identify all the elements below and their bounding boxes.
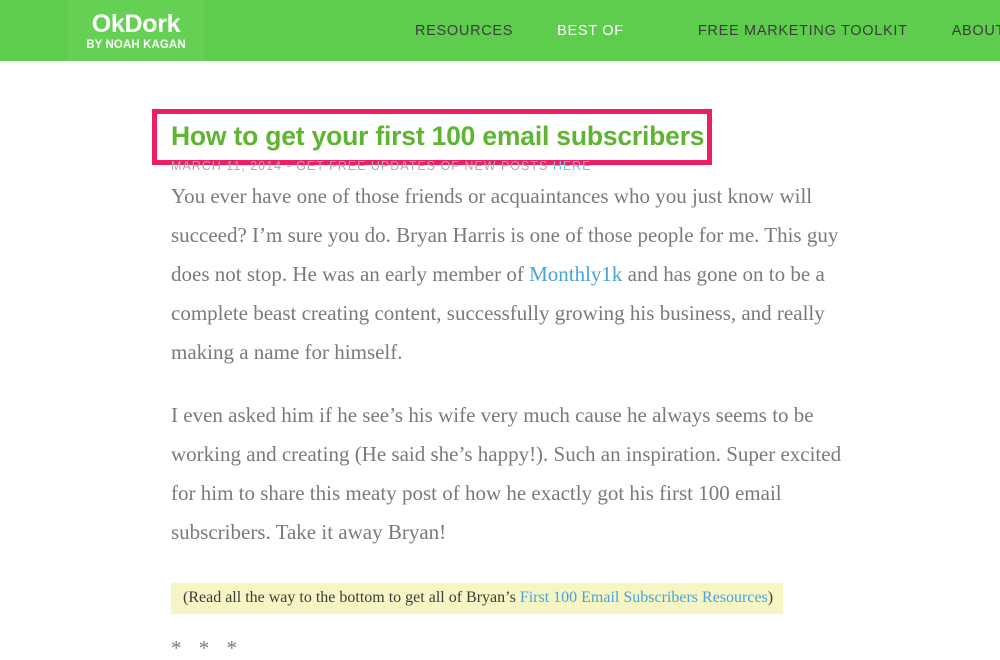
meta-separator: - bbox=[282, 159, 297, 173]
logo-title: OkDork bbox=[91, 9, 181, 38]
post-body: You ever have one of those friends or ac… bbox=[171, 177, 861, 660]
post-title-highlight: How to get your first 100 email subscrib… bbox=[152, 109, 712, 165]
callout-suffix: ) bbox=[767, 589, 774, 606]
nav-item-best-of[interactable]: BEST OF bbox=[557, 23, 624, 39]
first-100-resources-link[interactable]: First 100 Email Subscribers Resources bbox=[520, 589, 768, 606]
paragraph-1: You ever have one of those friends or ac… bbox=[171, 177, 861, 372]
nav-item-free-marketing-toolkit[interactable]: FREE MARKETING TOOLKIT bbox=[698, 23, 908, 39]
paragraph-2: I even asked him if he see’s his wife ve… bbox=[171, 403, 842, 544]
post-meta: MARCH 11, 2014 - GET FREE UPDATES OF NEW… bbox=[171, 159, 592, 173]
callout-prefix: (Read all the way to the bottom to get a… bbox=[183, 589, 520, 606]
callout-wrapper: (Read all the way to the bottom to get a… bbox=[171, 576, 861, 636]
section-divider: * * * bbox=[171, 636, 243, 660]
nav-item-about[interactable]: ABOUT bbox=[952, 23, 1000, 39]
site-header: OkDork BY NOAH KAGAN RESOURCES BEST OF F… bbox=[0, 0, 1000, 61]
meta-subscribe-link[interactable]: HERE bbox=[553, 159, 592, 173]
site-logo[interactable]: OkDork BY NOAH KAGAN bbox=[68, 0, 204, 61]
meta-text: GET FREE UPDATES OF NEW POSTS bbox=[296, 159, 553, 173]
nav-item-resources[interactable]: RESOURCES bbox=[415, 23, 513, 39]
post-date: MARCH 11, 2014 bbox=[171, 159, 283, 173]
monthly1k-link[interactable]: Monthly1k bbox=[529, 262, 622, 286]
main-navigation: RESOURCES BEST OF FREE MARKETING TOOLKIT… bbox=[415, 0, 1000, 61]
page-title: How to get your first 100 email subscrib… bbox=[171, 121, 705, 151]
logo-subtitle: BY NOAH KAGAN bbox=[86, 38, 186, 51]
